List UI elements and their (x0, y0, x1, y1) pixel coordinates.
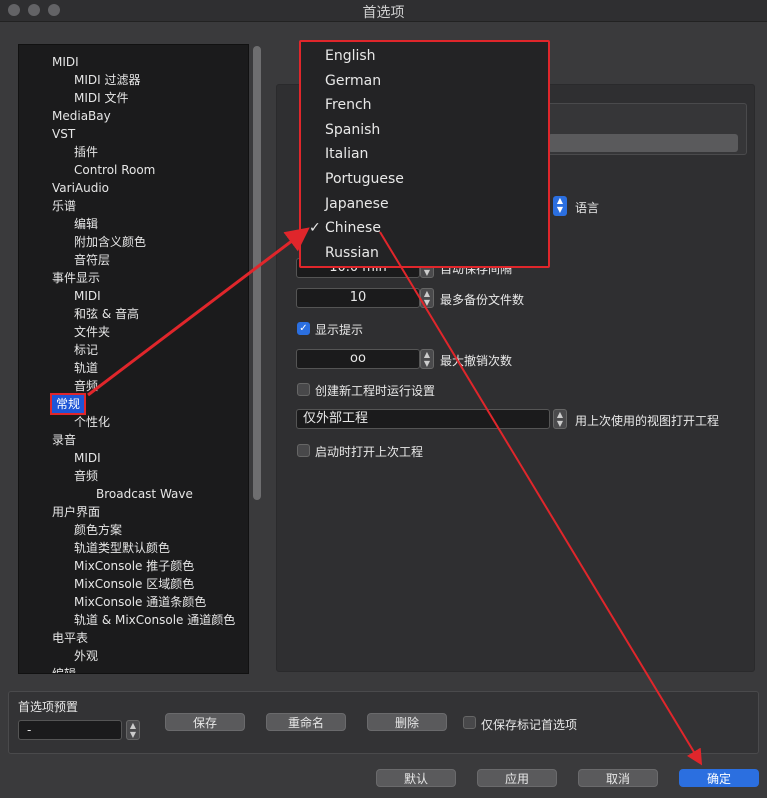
arrow-to-chinese (87, 227, 310, 397)
arrow-to-ok (379, 231, 703, 766)
annotation-arrows (87, 227, 703, 766)
